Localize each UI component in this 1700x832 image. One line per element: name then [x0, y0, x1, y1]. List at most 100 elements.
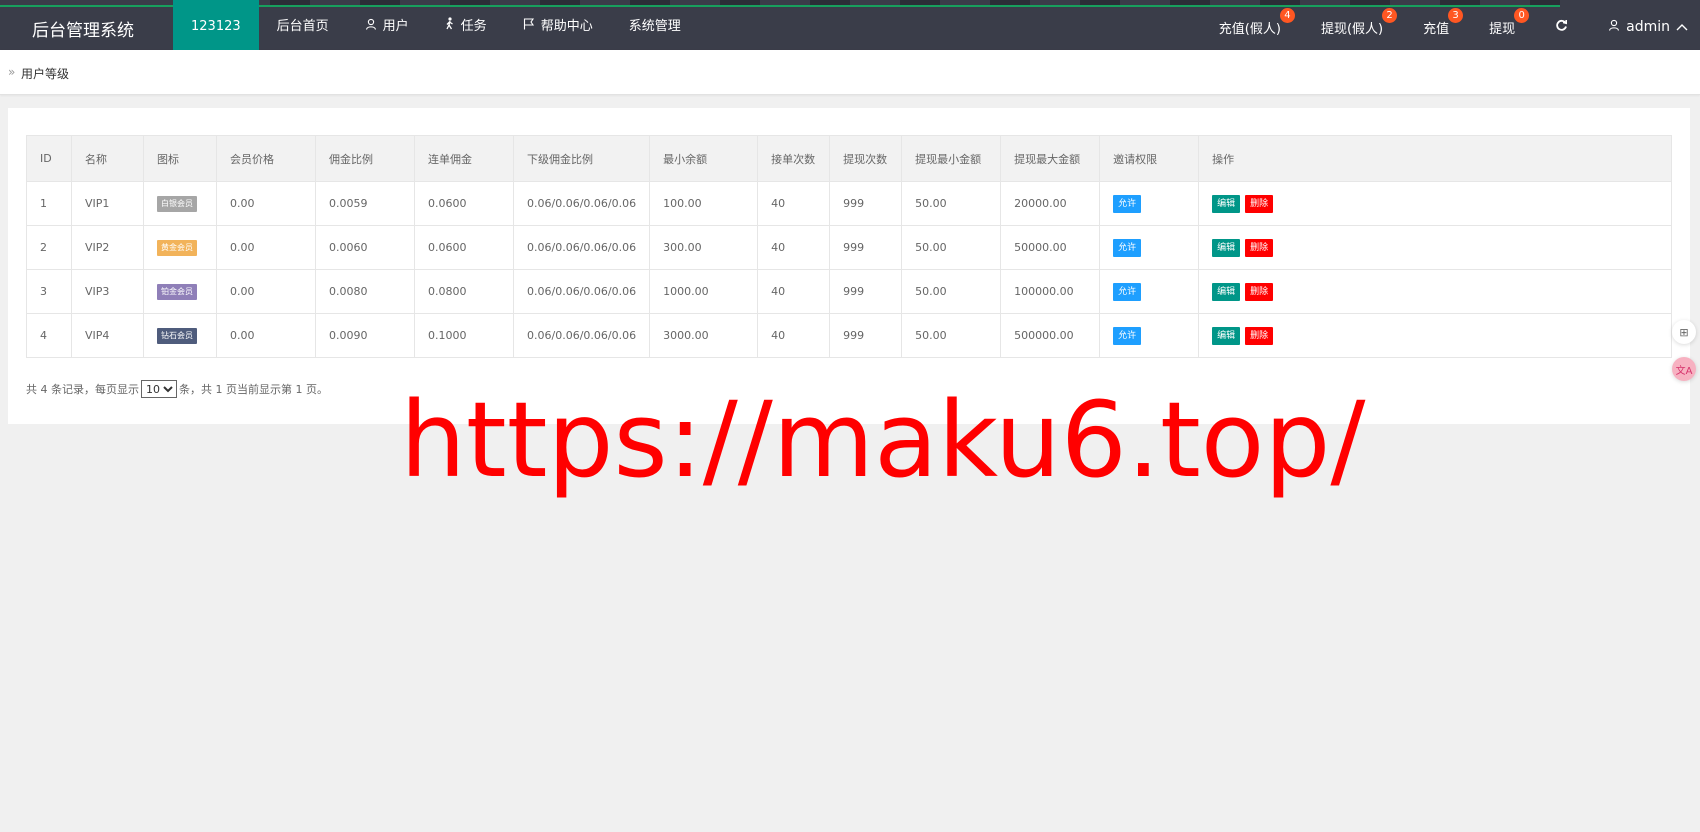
cell-withdraw-min: 50.00	[901, 269, 1002, 314]
nav-item-123123[interactable]: 123123	[173, 0, 259, 50]
count-badge: 0	[1514, 8, 1530, 23]
cell-id: 1	[26, 181, 72, 226]
cell-commission: 0.0059	[315, 181, 415, 226]
nav-label: 系统管理	[628, 19, 681, 34]
cell-withdraw-times: 999	[829, 269, 903, 314]
cell-withdraw-min: 50.00	[901, 225, 1002, 270]
breadcrumb-separator: »	[8, 65, 16, 79]
column-header: 连单佣金	[414, 135, 514, 182]
cell-invite: 允许	[1099, 181, 1200, 226]
nav-label: 后台首页	[276, 19, 329, 34]
nav-label: 任务	[460, 19, 487, 34]
nav-item-system[interactable]: 系统管理	[611, 0, 699, 50]
cell-icon: 黄金会员	[143, 225, 217, 270]
nav-label: 帮助中心	[540, 19, 593, 34]
withdraw-fake-link[interactable]: 提现(假人) 2	[1301, 0, 1403, 50]
delete-button[interactable]: 删除	[1245, 282, 1274, 301]
flag-icon	[523, 0, 535, 54]
column-header: ID	[26, 135, 72, 182]
allow-button[interactable]: 允许	[1113, 326, 1142, 345]
cell-id: 3	[26, 269, 72, 314]
column-header: 提现最小金额	[901, 135, 1002, 182]
cell-sub-commission: 0.06/0.06/0.06/0.06	[512, 225, 651, 270]
column-header: 最小余额	[649, 135, 759, 182]
apps-icon[interactable]: ⊞	[1672, 320, 1696, 344]
allow-button[interactable]: 允许	[1113, 194, 1142, 213]
delete-button[interactable]: 删除	[1245, 238, 1274, 257]
cell-withdraw-times: 999	[829, 181, 903, 226]
cell-chain-commission: 0.1000	[414, 313, 514, 358]
refresh-button[interactable]	[1535, 0, 1588, 50]
cell-actions: 编辑 删除	[1198, 313, 1672, 358]
translate-icon[interactable]: 文A	[1672, 357, 1696, 381]
allow-button[interactable]: 允许	[1113, 282, 1142, 301]
edit-button[interactable]: 编辑	[1212, 326, 1241, 345]
cell-min-balance: 1000.00	[649, 269, 759, 314]
cell-commission: 0.0060	[315, 225, 415, 270]
cell-withdraw-times: 999	[829, 313, 903, 358]
count-badge: 3	[1448, 8, 1464, 23]
cell-commission: 0.0080	[315, 269, 415, 314]
allow-button[interactable]: 允许	[1113, 238, 1142, 257]
cell-id: 2	[26, 225, 72, 270]
cell-orders: 40	[757, 225, 831, 270]
cell-min-balance: 100.00	[649, 181, 759, 226]
count-badge: 4	[1279, 8, 1295, 23]
cell-withdraw-max: 50000.00	[1000, 225, 1101, 270]
column-header: 邀请权限	[1099, 135, 1200, 182]
column-header: 操作	[1198, 135, 1672, 182]
recharge-link[interactable]: 充值 3	[1403, 0, 1469, 50]
cell-withdraw-min: 50.00	[901, 181, 1002, 226]
main-nav: 123123 后台首页 用户 任务 帮助中心 系统管理	[173, 0, 699, 50]
cell-withdraw-times: 999	[829, 225, 903, 270]
right-nav: 充值(假人) 4 提现(假人) 2 充值 3 提现 0 admin	[1199, 0, 1700, 50]
app-title: 后台管理系统	[32, 21, 134, 41]
cell-name: VIP4	[71, 313, 144, 358]
cell-withdraw-max: 20000.00	[1000, 181, 1101, 226]
user-menu[interactable]: admin	[1588, 0, 1700, 50]
edit-button[interactable]: 编辑	[1212, 282, 1241, 301]
nav-item-home[interactable]: 后台首页	[259, 0, 347, 50]
breadcrumb: » 用户等级	[0, 50, 1700, 95]
right-nav-label: 提现	[1489, 21, 1516, 37]
table-row: 2 VIP2 黄金会员 0.00 0.0060 0.0600 0.06/0.06…	[26, 225, 1672, 270]
pager-suffix: 条，共 1 页当前显示第 1 页。	[179, 383, 328, 396]
column-header: 提现次数	[829, 135, 903, 182]
cell-invite: 允许	[1099, 313, 1200, 358]
cell-price: 0.00	[216, 269, 316, 314]
table-row: 4 VIP4 钻石会员 0.00 0.0090 0.1000 0.06/0.06…	[26, 313, 1672, 358]
table-header-row: ID 名称 图标 会员价格 佣金比例 连单佣金 下级佣金比例 最小余额 接单次数…	[26, 135, 1672, 182]
cell-price: 0.00	[216, 181, 316, 226]
top-header: 后台管理系统 123123 后台首页 用户 任务 帮助中心 系统管理 充值(假人…	[0, 0, 1700, 50]
right-nav-label: 提现(假人)	[1320, 21, 1384, 37]
watermark-url: https://maku6.top/	[400, 379, 1366, 501]
cell-icon: 钻石会员	[143, 313, 217, 358]
cell-invite: 允许	[1099, 269, 1200, 314]
recharge-fake-link[interactable]: 充值(假人) 4	[1199, 0, 1301, 50]
nav-item-tasks[interactable]: 任务	[427, 0, 505, 50]
cell-sub-commission: 0.06/0.06/0.06/0.06	[512, 313, 651, 358]
edit-button[interactable]: 编辑	[1212, 194, 1241, 213]
cell-withdraw-max: 100000.00	[1000, 269, 1101, 314]
breadcrumb-current[interactable]: 用户等级	[21, 65, 69, 82]
nav-label: 123123	[191, 19, 241, 34]
cell-orders: 40	[757, 313, 831, 358]
column-header: 会员价格	[216, 135, 316, 182]
user-icon	[365, 0, 377, 54]
cell-icon: 白银会员	[143, 181, 217, 226]
level-badge: 白银会员	[157, 195, 197, 212]
user-icon	[1608, 19, 1620, 35]
delete-button[interactable]: 删除	[1245, 194, 1274, 213]
walker-icon	[445, 0, 455, 54]
cell-orders: 40	[757, 269, 831, 314]
nav-item-help[interactable]: 帮助中心	[505, 0, 611, 50]
count-badge: 2	[1382, 8, 1398, 23]
nav-item-users[interactable]: 用户	[347, 0, 427, 50]
cell-name: VIP2	[71, 225, 144, 270]
delete-button[interactable]: 删除	[1245, 326, 1274, 345]
edit-button[interactable]: 编辑	[1212, 238, 1241, 257]
cell-min-balance: 3000.00	[649, 313, 759, 358]
withdraw-link[interactable]: 提现 0	[1469, 0, 1535, 50]
page-size-select[interactable]: 10	[141, 380, 177, 398]
apps-icon-glyph: ⊞	[1679, 325, 1689, 339]
